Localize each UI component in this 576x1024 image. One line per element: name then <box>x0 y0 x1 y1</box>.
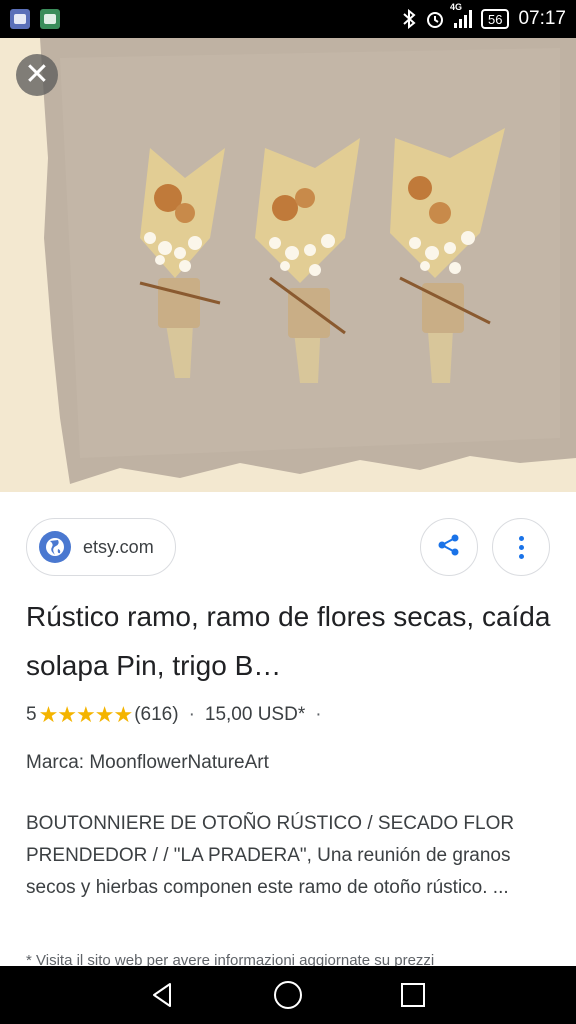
trailing-dot: · <box>315 704 322 725</box>
bluetooth-icon <box>402 9 416 29</box>
result-card: etsy.com Rústico ramo, ramo de flores se… <box>0 492 576 966</box>
source-label: etsy.com <box>83 536 154 557</box>
recents-square-icon <box>401 983 426 1007</box>
back-triangle-icon <box>152 983 171 1007</box>
boutonniere-photo <box>0 38 576 492</box>
close-button[interactable]: ✕ <box>16 54 58 96</box>
status-bar: 4G 56 07:17 <box>0 0 576 38</box>
home-button[interactable] <box>268 975 308 1015</box>
more-vert-icon <box>518 535 524 559</box>
gallery-notification-icon <box>40 9 60 29</box>
source-row: etsy.com <box>26 518 550 576</box>
price-disclaimer: * Visita il sito web per avere informazi… <box>26 952 435 966</box>
rating-count: (616) <box>134 704 179 725</box>
signal-icon: 4G <box>450 2 472 28</box>
alarm-icon <box>425 9 445 29</box>
rating-row: 5 ★★★★★ (616) · 15,00 USD* · <box>26 702 332 728</box>
battery-indicator: 56 <box>480 9 510 29</box>
rating-score: 5 <box>26 704 37 725</box>
rating-stars: ★★★★★ <box>38 702 134 727</box>
product-description: BOUTONNIERE DE OTOÑO RÚSTICO / SECADO FL… <box>26 813 515 898</box>
share-button[interactable] <box>420 518 478 576</box>
share-icon <box>436 532 462 563</box>
product-title[interactable]: Rústico ramo, ramo de flores secas, caíd… <box>26 592 556 690</box>
close-icon: ✕ <box>24 58 50 91</box>
more-options-button[interactable] <box>492 518 550 576</box>
recents-button[interactable] <box>393 975 433 1015</box>
network-type: 4G <box>449 2 462 12</box>
app-notification-icon <box>10 9 30 29</box>
separator-dot: · <box>188 704 195 725</box>
navigation-bar <box>0 966 576 1024</box>
home-circle-icon <box>273 981 302 1009</box>
clock: 07:17 <box>518 8 566 29</box>
back-button[interactable] <box>143 975 183 1015</box>
globe-icon <box>39 531 71 563</box>
product-image[interactable]: ✕ <box>0 38 576 492</box>
brand-label: Marca: MoonflowerNatureArt <box>26 752 269 773</box>
source-link[interactable]: etsy.com <box>26 518 176 576</box>
price: 15,00 USD* <box>204 704 306 725</box>
